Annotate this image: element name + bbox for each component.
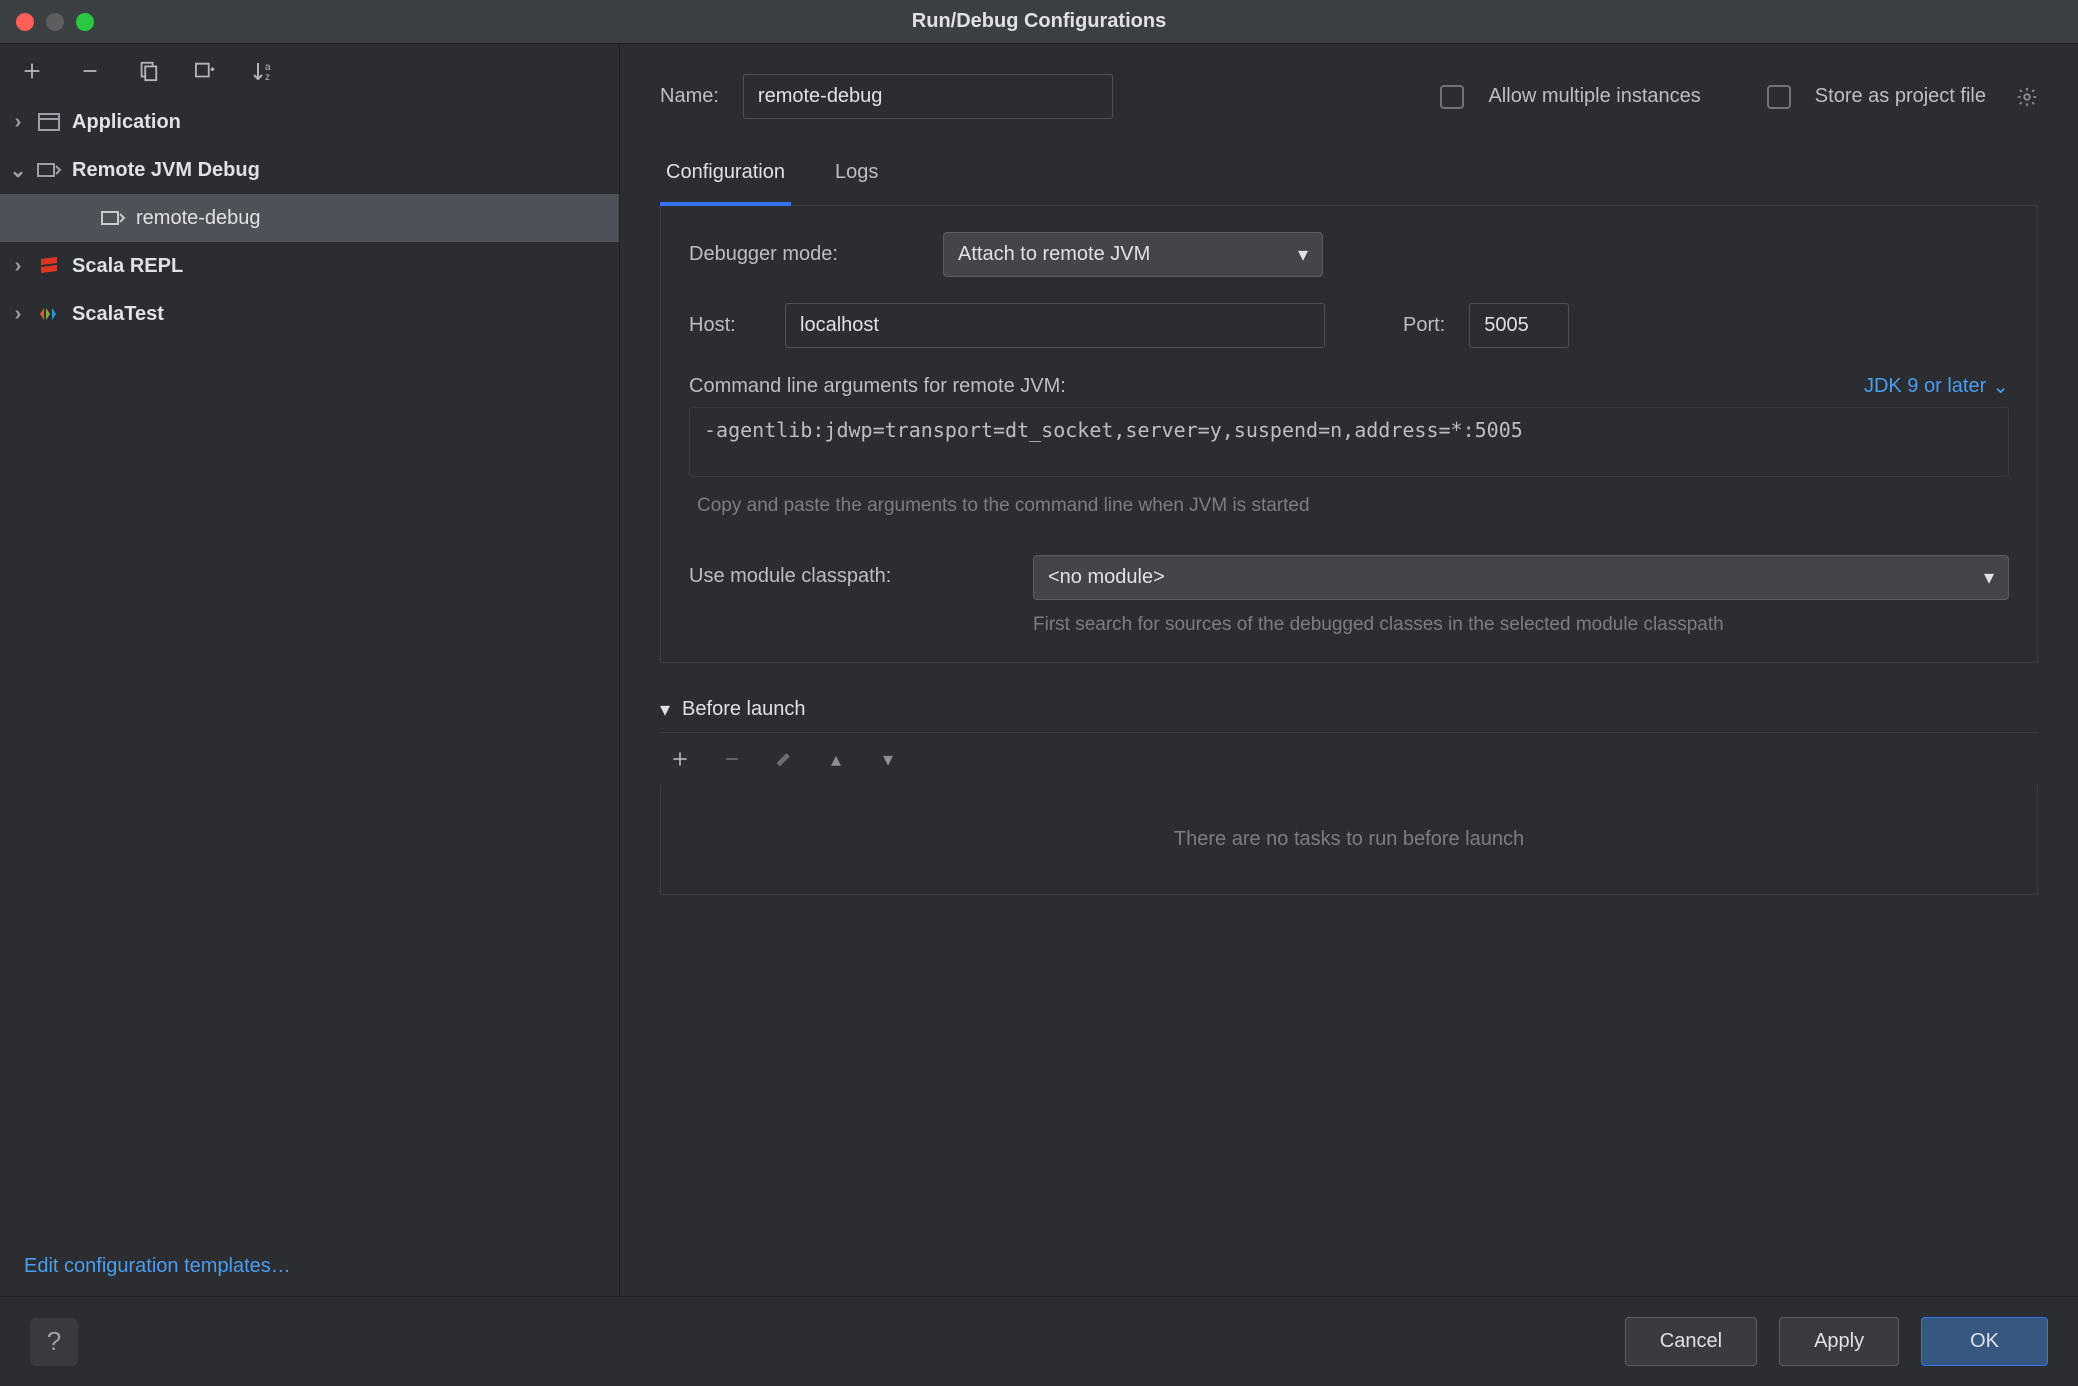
ok-button[interactable]: OK xyxy=(1921,1317,2048,1366)
cancel-button[interactable]: Cancel xyxy=(1625,1317,1757,1366)
move-down-icon[interactable]: ▾ xyxy=(876,747,900,771)
chevron-right-icon: › xyxy=(10,255,26,278)
port-input[interactable] xyxy=(1469,303,1569,348)
svg-text:z: z xyxy=(265,72,270,83)
tree-label: remote-debug xyxy=(136,207,261,230)
module-hint: First search for sources of the debugged… xyxy=(1033,614,1813,636)
allow-multiple-checkbox[interactable] xyxy=(1440,85,1464,109)
module-label: Use module classpath: xyxy=(689,555,1009,588)
chevron-right-icon: › xyxy=(10,111,26,134)
config-tree: › Application ⌄ Remote JVM Debug remote-… xyxy=(0,98,619,1237)
window-title: Run/Debug Configurations xyxy=(912,10,1166,33)
tree-node-scala-repl[interactable]: › Scala REPL xyxy=(0,242,619,290)
before-launch-empty-text: There are no tasks to run before launch xyxy=(1174,828,1524,851)
footer: ? Cancel Apply OK xyxy=(0,1296,2078,1386)
sidebar: az › Application ⌄ Remote JVM Debug remo… xyxy=(0,44,620,1296)
port-label: Port: xyxy=(1403,314,1445,337)
tree-label: ScalaTest xyxy=(72,303,164,326)
remote-debug-icon xyxy=(36,159,62,181)
remote-debug-config-icon xyxy=(100,207,126,229)
debugger-mode-label: Debugger mode: xyxy=(689,243,919,266)
chevron-down-icon: ⌄ xyxy=(10,158,26,183)
cmdline-value[interactable]: -agentlib:jdwp=transport=dt_socket,serve… xyxy=(689,407,2009,477)
tree-label: Remote JVM Debug xyxy=(72,159,260,182)
title-bar: Run/Debug Configurations xyxy=(0,0,2078,44)
chevron-right-icon: › xyxy=(10,303,26,326)
module-value: <no module> xyxy=(1048,566,1165,589)
tree-label: Application xyxy=(72,111,181,134)
caret-down-icon: ⌄ xyxy=(1992,374,2009,399)
sort-alpha-icon[interactable]: az xyxy=(250,57,278,85)
window-close-button[interactable] xyxy=(16,13,34,31)
window-zoom-button[interactable] xyxy=(76,13,94,31)
configuration-panel: Debugger mode: Attach to remote JVM ▾ Ho… xyxy=(660,206,2038,663)
caret-down-icon: ▾ xyxy=(1984,565,1994,590)
before-launch-label: Before launch xyxy=(682,698,805,721)
application-icon xyxy=(36,111,62,133)
tab-logs[interactable]: Logs xyxy=(829,147,884,205)
jdk-version-link[interactable]: JDK 9 or later⌄ xyxy=(1864,374,2009,399)
before-launch-list: There are no tasks to run before launch xyxy=(660,785,2038,895)
tab-configuration[interactable]: Configuration xyxy=(660,147,791,206)
edit-templates-link[interactable]: Edit configuration templates… xyxy=(0,1237,619,1296)
gear-icon[interactable] xyxy=(2016,86,2038,108)
window-minimize-button[interactable] xyxy=(46,13,64,31)
caret-down-icon: ▾ xyxy=(1298,242,1308,267)
before-launch-section: ▾ Before launch ▴ ▾ There are no tasks t… xyxy=(660,697,2038,895)
remove-icon[interactable] xyxy=(76,57,104,85)
scala-icon xyxy=(36,255,62,277)
store-project-label: Store as project file xyxy=(1815,85,1986,108)
before-launch-header[interactable]: ▾ Before launch xyxy=(660,697,2038,733)
remove-icon[interactable] xyxy=(720,747,744,771)
help-button[interactable]: ? xyxy=(30,1318,78,1366)
sidebar-toolbar: az xyxy=(0,44,619,98)
tabs: Configuration Logs xyxy=(660,147,2038,206)
host-input[interactable] xyxy=(785,303,1325,348)
store-project-checkbox[interactable] xyxy=(1767,85,1791,109)
debugger-mode-select[interactable]: Attach to remote JVM ▾ xyxy=(943,232,1323,277)
tree-node-remote-jvm-debug[interactable]: ⌄ Remote JVM Debug xyxy=(0,146,619,194)
apply-button[interactable]: Apply xyxy=(1779,1317,1899,1366)
allow-multiple-label: Allow multiple instances xyxy=(1488,85,1700,108)
content-pane: Name: Allow multiple instances Store as … xyxy=(620,44,2078,1296)
scalatest-icon xyxy=(36,303,62,325)
add-icon[interactable] xyxy=(668,747,692,771)
debugger-mode-value: Attach to remote JVM xyxy=(958,243,1150,266)
tree-node-application[interactable]: › Application xyxy=(0,98,619,146)
tree-label: Scala REPL xyxy=(72,255,183,278)
tree-node-scalatest[interactable]: › ScalaTest xyxy=(0,290,619,338)
copy-icon[interactable] xyxy=(134,57,162,85)
name-input[interactable] xyxy=(743,74,1113,119)
host-label: Host: xyxy=(689,314,761,337)
edit-icon[interactable] xyxy=(772,747,796,771)
caret-down-icon: ▾ xyxy=(660,697,670,722)
tree-node-remote-debug-config[interactable]: remote-debug xyxy=(0,194,619,242)
save-template-icon[interactable] xyxy=(192,57,220,85)
cmdline-label: Command line arguments for remote JVM: xyxy=(689,375,1066,398)
module-select[interactable]: <no module> ▾ xyxy=(1033,555,2009,600)
name-label: Name: xyxy=(660,85,719,108)
cmdline-hint: Copy and paste the arguments to the comm… xyxy=(689,495,2009,517)
move-up-icon[interactable]: ▴ xyxy=(824,747,848,771)
before-launch-toolbar: ▴ ▾ xyxy=(660,733,2038,785)
add-icon[interactable] xyxy=(18,57,46,85)
